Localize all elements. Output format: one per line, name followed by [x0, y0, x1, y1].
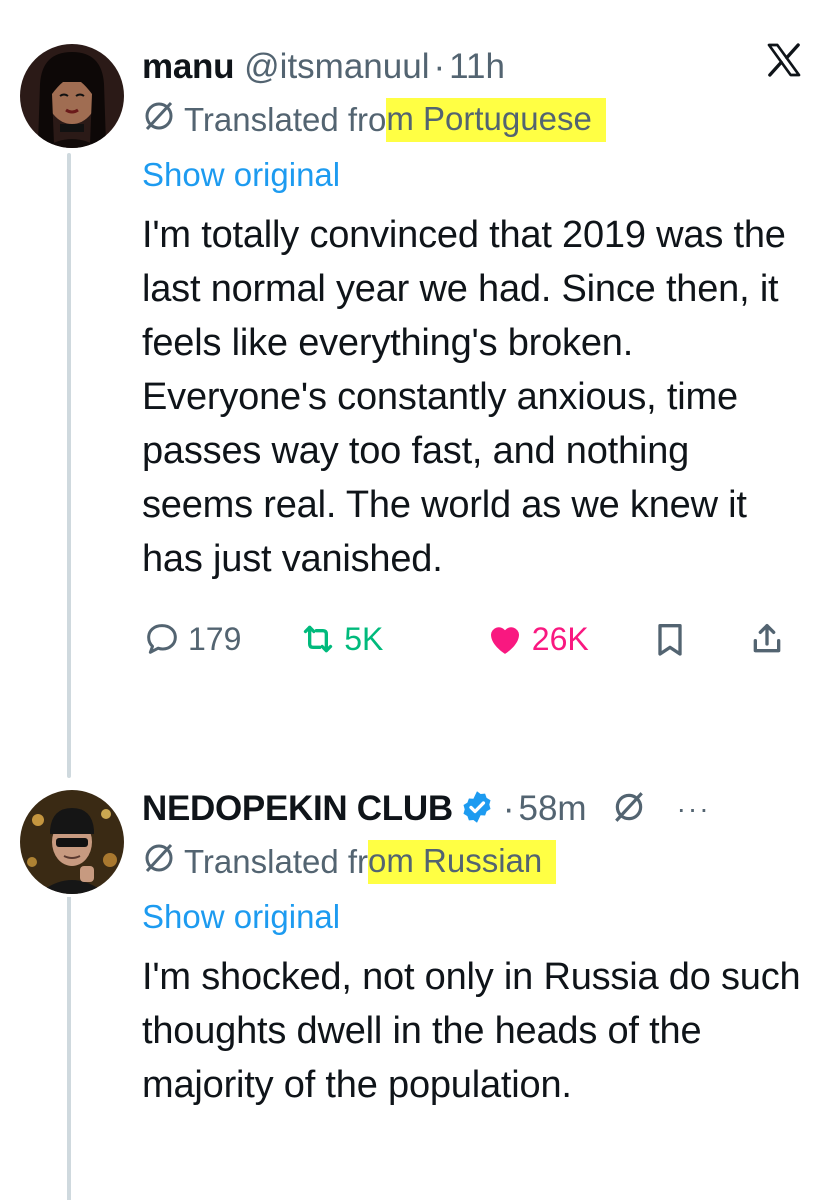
avatar-manu[interactable] [20, 44, 124, 148]
tweet-manu[interactable]: manu @itsmanuul · 11h Translated fro m Po… [142, 42, 806, 664]
repost-icon [304, 625, 333, 653]
translated-prefix: Translated fr [184, 843, 369, 880]
bookmark-icon [658, 624, 682, 656]
show-original-link[interactable]: Show original [142, 892, 806, 942]
thread-connector-line-lower [67, 897, 71, 1200]
translated-language: om Russian [368, 840, 557, 884]
more-options-button[interactable]: ··· [677, 793, 711, 825]
display-name[interactable]: manu [142, 47, 234, 87]
tweet-text: I'm totally convinced that 2019 was the … [142, 214, 786, 580]
translated-label: Translated fr om Russian [142, 834, 806, 890]
avatar-nedopekin-club[interactable] [20, 790, 124, 894]
x-logo-icon[interactable] [764, 40, 804, 80]
reply-count: 179 [188, 620, 242, 657]
separator-dot: · [502, 789, 515, 828]
repost-count: 5K [344, 620, 384, 657]
tweet-header: NEDOPEKIN CLUB · 58m ··· [142, 784, 806, 834]
separator-dot: · [433, 47, 446, 86]
display-name[interactable]: NEDOPEKIN CLUB [142, 789, 453, 829]
bookmark-button[interactable] [650, 619, 748, 659]
timestamp[interactable]: 11h [449, 47, 505, 87]
translated-prefix: Translated fro [184, 101, 387, 138]
tweet-text: I'm shocked, not only in Russia do such … [142, 956, 801, 1106]
like-button[interactable]: 26K [484, 618, 650, 660]
tweet-actions: 179 5K 26K [142, 614, 806, 664]
translate-icon [142, 99, 176, 141]
tweet-nedopekin-club[interactable]: NEDOPEKIN CLUB · 58m ··· Translated fr om… [142, 784, 806, 1112]
share-icon [754, 624, 781, 653]
user-handle[interactable]: @itsmanuul [244, 47, 429, 87]
timestamp[interactable]: 58m [518, 789, 586, 829]
tweet-header: manu @itsmanuul · 11h [142, 42, 806, 92]
translated-language: m Portuguese [386, 98, 606, 142]
show-original-link[interactable]: Show original [142, 150, 806, 200]
share-button[interactable] [747, 619, 806, 659]
verified-badge-icon [459, 789, 495, 830]
repost-button[interactable]: 5K [298, 619, 484, 659]
thread-connector-line [67, 153, 71, 778]
grok-icon[interactable] [611, 789, 647, 830]
translated-label: Translated fro m Portuguese [142, 92, 806, 148]
translate-icon [142, 841, 176, 883]
reply-icon [147, 624, 177, 654]
reply-button[interactable]: 179 [142, 619, 298, 659]
like-count: 26K [531, 620, 589, 657]
heart-icon [490, 627, 519, 654]
